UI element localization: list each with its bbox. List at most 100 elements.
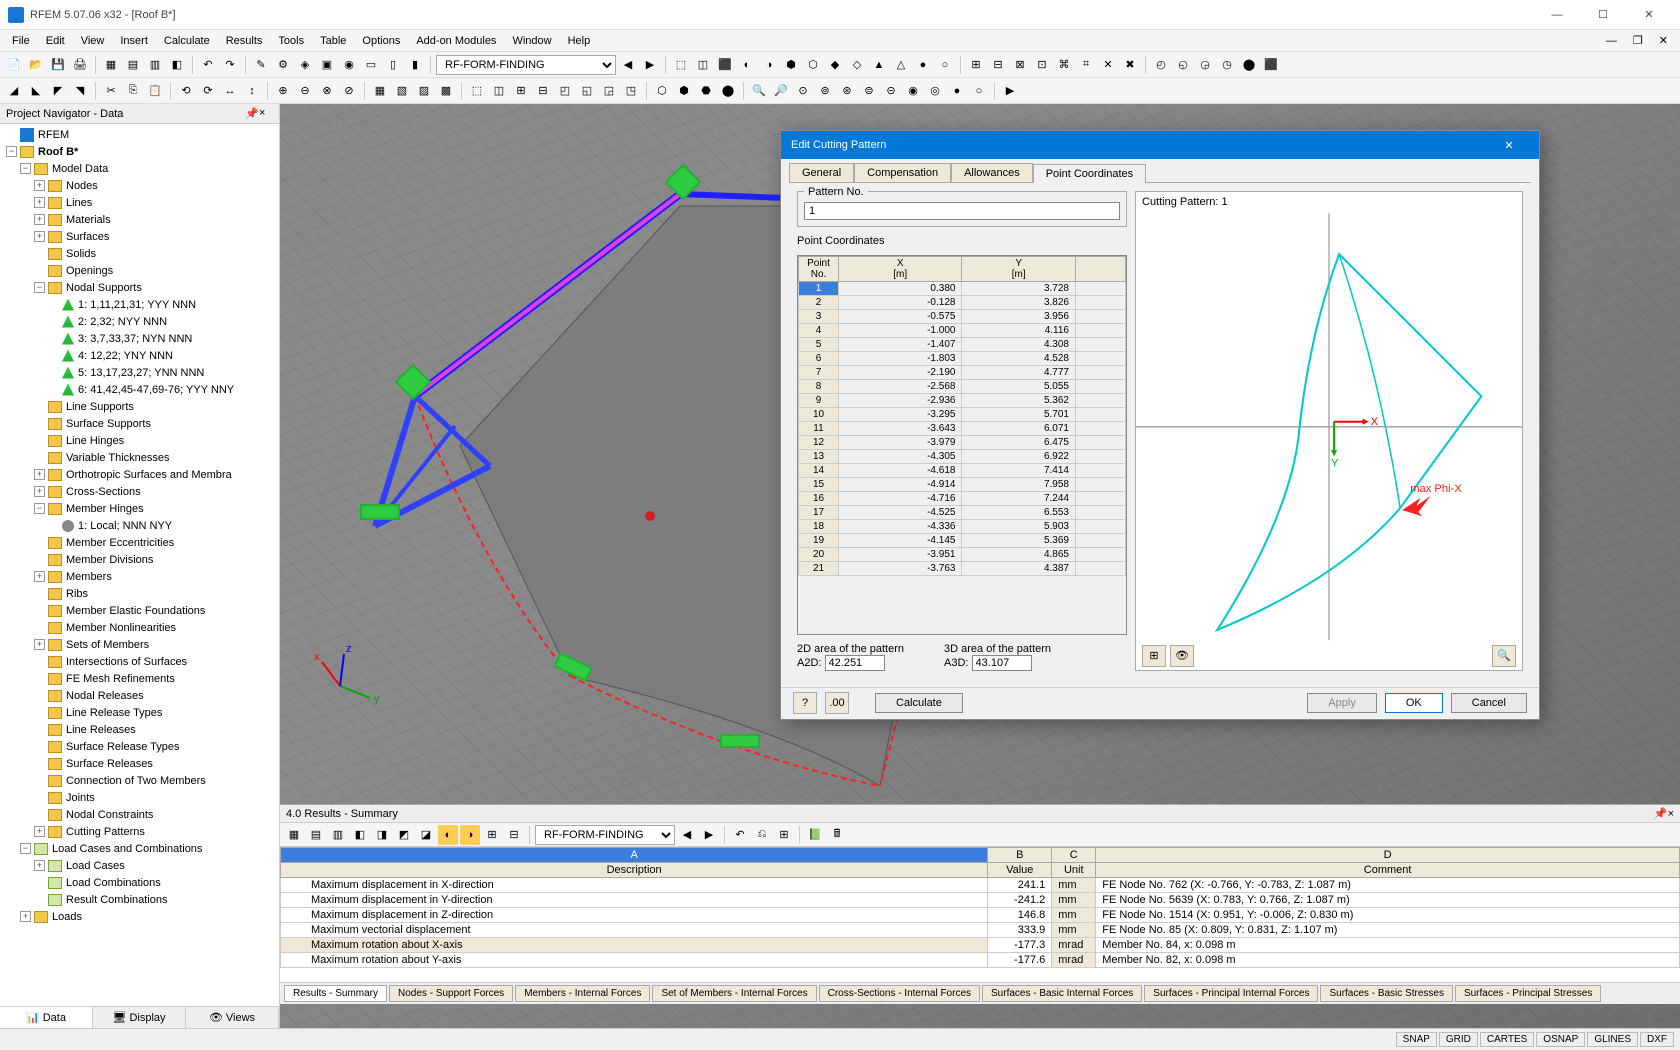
tb-tool-icon[interactable]: ◢ bbox=[4, 81, 24, 101]
close-panel-icon[interactable]: × bbox=[259, 107, 273, 121]
tb-tool-icon[interactable]: ⟲ bbox=[176, 81, 196, 101]
tb-tool-icon[interactable]: ◤ bbox=[48, 81, 68, 101]
tb-tool-icon[interactable]: ⊟ bbox=[988, 55, 1008, 75]
tb-tool-icon[interactable]: ⊠ bbox=[1010, 55, 1030, 75]
tb-tool-icon[interactable]: ⟳ bbox=[198, 81, 218, 101]
tree-item[interactable]: +Loads bbox=[2, 908, 277, 925]
tb-tool-icon[interactable]: ▶ bbox=[1000, 81, 1020, 101]
navtab-data[interactable]: 📊 Data bbox=[0, 1007, 93, 1028]
tb-tool-icon[interactable]: ⊘ bbox=[339, 81, 359, 101]
tb-tool-icon[interactable]: ○ bbox=[935, 55, 955, 75]
tb-tool-icon[interactable]: ⎘ bbox=[123, 81, 143, 101]
calculate-button[interactable]: Calculate bbox=[875, 693, 963, 713]
coord-row[interactable]: 6-1.8034.528 bbox=[799, 352, 1126, 366]
tb-tool-icon[interactable]: ◴ bbox=[1151, 55, 1171, 75]
status-cartes[interactable]: CARTES bbox=[1480, 1032, 1534, 1047]
menu-table[interactable]: Table bbox=[312, 33, 354, 49]
menu-insert[interactable]: Insert bbox=[112, 33, 156, 49]
dialog-close-icon[interactable]: ✕ bbox=[1489, 131, 1529, 159]
tree-item[interactable]: 2: 2,32; NYY NNN bbox=[2, 313, 277, 330]
rtb-icon[interactable]: ◩ bbox=[394, 825, 414, 845]
tree-item[interactable]: Connection of Two Members bbox=[2, 772, 277, 789]
tree-item[interactable]: 1: Local; NNN NYY bbox=[2, 517, 277, 534]
tb-tool-icon[interactable]: ◉ bbox=[903, 81, 923, 101]
results-tab[interactable]: Cross-Sections - Internal Forces bbox=[819, 985, 980, 1002]
coord-row[interactable]: 2-0.1283.826 bbox=[799, 296, 1126, 310]
tb-loadcase-combo[interactable]: RF-FORM-FINDING bbox=[436, 55, 616, 75]
tb-undo-icon[interactable]: ↶ bbox=[198, 55, 218, 75]
help-icon[interactable]: ? bbox=[793, 692, 817, 714]
mdi-close[interactable]: ✕ bbox=[1651, 32, 1676, 49]
tb-tool-icon[interactable]: ◧ bbox=[167, 55, 187, 75]
apply-button[interactable]: Apply bbox=[1307, 693, 1377, 713]
tb-tool-icon[interactable]: ◑ bbox=[759, 55, 779, 75]
tb-tool-icon[interactable]: ◆ bbox=[825, 55, 845, 75]
tb-tool-icon[interactable]: ▮ bbox=[405, 55, 425, 75]
coord-row[interactable]: 20-3.9514.865 bbox=[799, 548, 1126, 562]
tree-item[interactable]: 5: 13,17,23,27; YNN NNN bbox=[2, 364, 277, 381]
tb-tool-icon[interactable]: ◫ bbox=[693, 55, 713, 75]
tb-tool-icon[interactable]: ⊛ bbox=[837, 81, 857, 101]
menu-addon[interactable]: Add-on Modules bbox=[408, 33, 504, 49]
tree-item[interactable]: Nodal Releases bbox=[2, 687, 277, 704]
tree-item[interactable]: Member Eccentricities bbox=[2, 534, 277, 551]
rtb-prev-icon[interactable]: ◀ bbox=[677, 825, 697, 845]
menu-view[interactable]: View bbox=[73, 33, 113, 49]
tree-item[interactable]: 1: 1,11,21,31; YYY NNN bbox=[2, 296, 277, 313]
tb-prev-icon[interactable]: ◀ bbox=[618, 55, 638, 75]
dlgtab-compensation[interactable]: Compensation bbox=[854, 163, 951, 182]
tree-item[interactable]: Line Release Types bbox=[2, 704, 277, 721]
tb-tool-icon[interactable]: 🔎 bbox=[771, 81, 791, 101]
status-glines[interactable]: GLINES bbox=[1587, 1032, 1638, 1047]
results-tab[interactable]: Nodes - Support Forces bbox=[389, 985, 513, 1002]
rtb-combo[interactable]: RF-FORM-FINDING bbox=[535, 825, 675, 845]
status-grid[interactable]: GRID bbox=[1439, 1032, 1478, 1047]
tree-item[interactable]: Line Supports bbox=[2, 398, 277, 415]
tb-tool-icon[interactable]: ◇ bbox=[847, 55, 867, 75]
tree-item[interactable]: Ribs bbox=[2, 585, 277, 602]
coord-row[interactable]: 16-4.7167.244 bbox=[799, 492, 1126, 506]
results-tab[interactable]: Surfaces - Basic Stresses bbox=[1320, 985, 1452, 1002]
tb-tool-icon[interactable]: ◎ bbox=[925, 81, 945, 101]
tb-print-icon[interactable]: 🖨 bbox=[70, 55, 90, 75]
rtb-icon[interactable]: 🖩 bbox=[827, 825, 847, 845]
dlgtab-point-coordinates[interactable]: Point Coordinates bbox=[1033, 164, 1146, 183]
coord-row[interactable]: 18-4.3365.903 bbox=[799, 520, 1126, 534]
tb-tool-icon[interactable]: ○ bbox=[969, 81, 989, 101]
pin-icon[interactable]: 📌 bbox=[245, 107, 259, 121]
menu-calculate[interactable]: Calculate bbox=[156, 33, 218, 49]
tree-item[interactable]: −Model Data bbox=[2, 160, 277, 177]
rtb-icon[interactable]: ▦ bbox=[284, 825, 304, 845]
rtb-icon[interactable]: ▤ bbox=[306, 825, 326, 845]
tb-tool-icon[interactable]: ◵ bbox=[1173, 55, 1193, 75]
tree-item[interactable]: Joints bbox=[2, 789, 277, 806]
tree-item[interactable]: +Orthotropic Surfaces and Membra bbox=[2, 466, 277, 483]
tree-item[interactable]: +Surfaces bbox=[2, 228, 277, 245]
tb-tool-icon[interactable]: ▧ bbox=[392, 81, 412, 101]
tb-tool-icon[interactable]: ⬢ bbox=[674, 81, 694, 101]
tb-tool-icon[interactable]: ⌘ bbox=[1054, 55, 1074, 75]
results-tab[interactable]: Surfaces - Principal Stresses bbox=[1455, 985, 1601, 1002]
tree-item[interactable]: +Load Cases bbox=[2, 857, 277, 874]
results-table[interactable]: A B C D Description Value Unit Comment M… bbox=[280, 847, 1680, 982]
navtab-views[interactable]: 👁 Views bbox=[186, 1007, 279, 1028]
rtb-icon[interactable]: ▥ bbox=[328, 825, 348, 845]
cancel-button[interactable]: Cancel bbox=[1451, 693, 1527, 713]
tb-tool-icon[interactable]: ◣ bbox=[26, 81, 46, 101]
tree-item[interactable]: −Member Hinges bbox=[2, 500, 277, 517]
tb-tool-icon[interactable]: ⊝ bbox=[881, 81, 901, 101]
results-tab[interactable]: Members - Internal Forces bbox=[515, 985, 650, 1002]
rtb-icon[interactable]: ⊞ bbox=[774, 825, 794, 845]
coord-row[interactable]: 8-2.5685.055 bbox=[799, 380, 1126, 394]
tb-tool-icon[interactable]: ⊚ bbox=[815, 81, 835, 101]
results-row[interactable]: Maximum rotation about Y-axis-177.6mradM… bbox=[281, 953, 1680, 968]
tb-tool-icon[interactable]: ◷ bbox=[1217, 55, 1237, 75]
tree-item[interactable]: Variable Thicknesses bbox=[2, 449, 277, 466]
tree-item[interactable]: 3: 3,7,33,37; NYN NNN bbox=[2, 330, 277, 347]
tb-tool-icon[interactable]: ⬤ bbox=[718, 81, 738, 101]
rtb-icon[interactable]: ◨ bbox=[372, 825, 392, 845]
rtb-icon[interactable]: ⊟ bbox=[504, 825, 524, 845]
tb-tool-icon[interactable]: ✕ bbox=[1098, 55, 1118, 75]
tb-tool-icon[interactable]: ✂ bbox=[101, 81, 121, 101]
navtab-display[interactable]: 🖥 Display bbox=[93, 1007, 186, 1028]
